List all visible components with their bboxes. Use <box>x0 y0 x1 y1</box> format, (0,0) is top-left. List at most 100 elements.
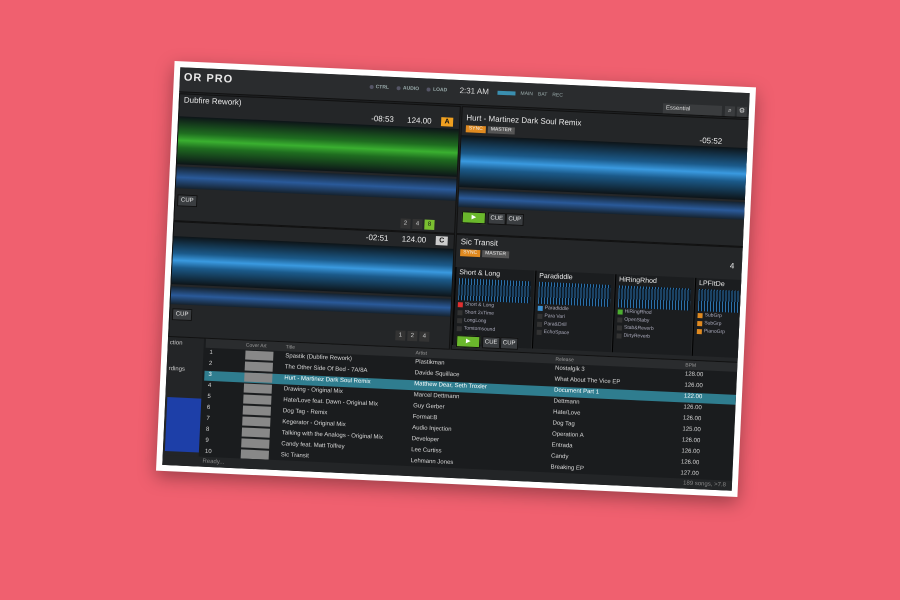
row-cover-art <box>244 361 274 372</box>
col-release[interactable]: Release <box>555 357 574 364</box>
row-title: The Other Side Of Bed - 7A/8A <box>284 364 368 375</box>
col-cover[interactable]: Cover Art <box>246 343 267 350</box>
row-bpm: 128.00 <box>684 371 704 379</box>
row-release: Entrada <box>551 442 573 450</box>
row-artist: Marcel Dettmann <box>413 392 460 401</box>
row-title: Spastik (Dubfire Rework) <box>285 353 353 363</box>
cover-preview <box>164 397 202 453</box>
col-title[interactable]: Title <box>286 344 296 350</box>
deck-a-title: Dubfire Rework) <box>183 95 242 108</box>
slot-4-wave <box>697 289 740 313</box>
deck-b-play-button[interactable]: ▶ <box>461 211 487 225</box>
deck-d: Sic Transit SYNC MASTER 4 Short & Long S… <box>450 233 745 363</box>
track-browser: ction rdings Cover Art Title Artist Rele… <box>162 336 738 491</box>
row-release: Document Part 1 <box>553 387 600 396</box>
loop-8-button[interactable]: 8 <box>424 219 435 230</box>
deck-d-cup-button[interactable]: CUP <box>499 337 519 350</box>
row-title: Candy feat. Matt Tolfrey <box>281 441 345 451</box>
deck-c-cup-button[interactable]: CUP <box>171 308 193 322</box>
row-cover-art <box>241 427 271 438</box>
deck-a-bpm: 124.00 <box>406 115 432 126</box>
deck-b-cup-button[interactable]: CUP <box>505 213 525 227</box>
row-number: 6 <box>206 404 211 411</box>
audio-indicator: AUDIO <box>396 85 419 92</box>
deck-d-title: Sic Transit <box>460 237 499 248</box>
meters: MAIN BAT REC <box>497 90 563 99</box>
row-cover-art <box>242 405 272 416</box>
row-artist: Lee Curtiss <box>411 447 442 455</box>
photo-frame: OR PRO CTRL AUDIO LOAD 2:31 AM MAIN BAT R… <box>156 61 756 497</box>
sample-slot-2[interactable]: Paradiddle Paradiddle Para Vari Para&Dri… <box>531 270 615 353</box>
deck-c-letter: C <box>435 236 448 246</box>
rec-indicator[interactable]: REC <box>552 92 563 98</box>
slot-1-wave <box>458 278 531 304</box>
col-bpm[interactable]: BPM <box>685 362 696 368</box>
loop-1-button[interactable]: 1 <box>395 330 406 341</box>
row-title: Hurt - Martinez Dark Soul Remix <box>284 375 371 386</box>
deck-b-sync-button[interactable]: SYNC <box>465 125 486 134</box>
gear-icon[interactable]: ⚙ <box>736 106 748 118</box>
row-bpm: 126.00 <box>681 448 700 456</box>
row-artist: Audio Injection <box>412 425 452 433</box>
slot-4-cell[interactable]: PianoGrp <box>694 327 741 337</box>
row-release: Dettmann <box>553 398 580 406</box>
ctrl-indicator: CTRL <box>369 84 389 91</box>
row-number: 3 <box>208 371 212 379</box>
status-indicators: CTRL AUDIO LOAD <box>369 84 447 93</box>
row-cover-art <box>242 416 271 427</box>
deck-b-master-button[interactable]: MASTER <box>487 126 515 135</box>
tree-item-recordings[interactable]: rdings <box>166 363 203 377</box>
row-number: 5 <box>207 393 211 400</box>
loop-2-button[interactable]: 2 <box>407 330 418 342</box>
row-number: 7 <box>206 415 210 422</box>
row-title: Drawing - Original Mix <box>283 386 343 395</box>
sample-slot-3[interactable]: HiRingRhod HiRingRhod OpenStaby Stab&Rev… <box>611 274 695 356</box>
tree-item-collection[interactable]: ction <box>168 337 205 351</box>
deck-d-play-button[interactable]: ▶ <box>455 335 481 349</box>
deck-a-letter: A <box>440 117 454 127</box>
deck-a-cup-button[interactable]: CUP <box>177 194 198 208</box>
loop-2-button[interactable]: 2 <box>400 218 411 229</box>
row-bpm: 126.00 <box>683 404 702 412</box>
slot-2-wave <box>537 281 611 308</box>
layout-select[interactable]: Essential <box>662 103 723 116</box>
deck-c-time: -02:51 <box>365 232 389 243</box>
loop-4-button[interactable]: 4 <box>419 331 430 342</box>
sample-slot-4[interactable]: LPFItDe SubGrp SubGrp PianoGrp <box>691 277 744 358</box>
deck-d-master-button[interactable]: MASTER <box>482 250 510 259</box>
row-cover-art <box>245 350 274 361</box>
row-cover-art <box>241 438 270 449</box>
deck-c-bpm: 124.00 <box>401 234 427 245</box>
deck-d-sync-button[interactable]: SYNC <box>460 249 481 258</box>
row-bpm: 126.00 <box>682 415 702 423</box>
row-artist: Lehmann Jones <box>410 458 454 467</box>
row-title: Kegerator - Original Mix <box>282 419 346 429</box>
row-bpm: 127.00 <box>680 470 699 478</box>
deck-b: Hurt - Martinez Dark Soul Remix SYNC MAS… <box>456 106 750 248</box>
row-artist: Davide Squillace <box>414 370 460 379</box>
browser-tree: ction rdings <box>162 336 205 467</box>
row-bpm: 122.00 <box>683 393 703 401</box>
row-title: Sic Transit <box>280 452 309 460</box>
traktor-window: OR PRO CTRL AUDIO LOAD 2:31 AM MAIN BAT R… <box>162 67 750 491</box>
row-number: 10 <box>204 448 212 456</box>
clock: 2:31 AM <box>459 85 490 97</box>
row-number: 4 <box>207 382 212 390</box>
row-cover-art <box>243 394 272 405</box>
row-bpm: 126.00 <box>680 459 700 467</box>
row-artist: Plastikman <box>415 359 445 367</box>
row-cover-art <box>244 372 273 383</box>
search-icon[interactable]: ⌕ <box>724 106 736 117</box>
slot-3-wave <box>617 285 691 311</box>
col-artist[interactable]: Artist <box>415 350 427 357</box>
deck-d-cue-button[interactable]: CUE <box>481 336 501 350</box>
row-release: Operation A <box>551 431 584 439</box>
deck-b-cue-button[interactable]: CUE <box>487 212 507 226</box>
row-cover-art <box>243 383 273 394</box>
row-release: Breaking EP <box>550 464 585 472</box>
deck-a: Dubfire Rework) -08:53 124.00 A CUP 2 4 … <box>173 93 461 234</box>
deck-a-loop-sizes: 2 4 8 <box>400 218 435 230</box>
row-bpm: 126.00 <box>684 382 703 390</box>
loop-4-button[interactable]: 4 <box>412 218 423 230</box>
row-number: 1 <box>209 349 213 357</box>
